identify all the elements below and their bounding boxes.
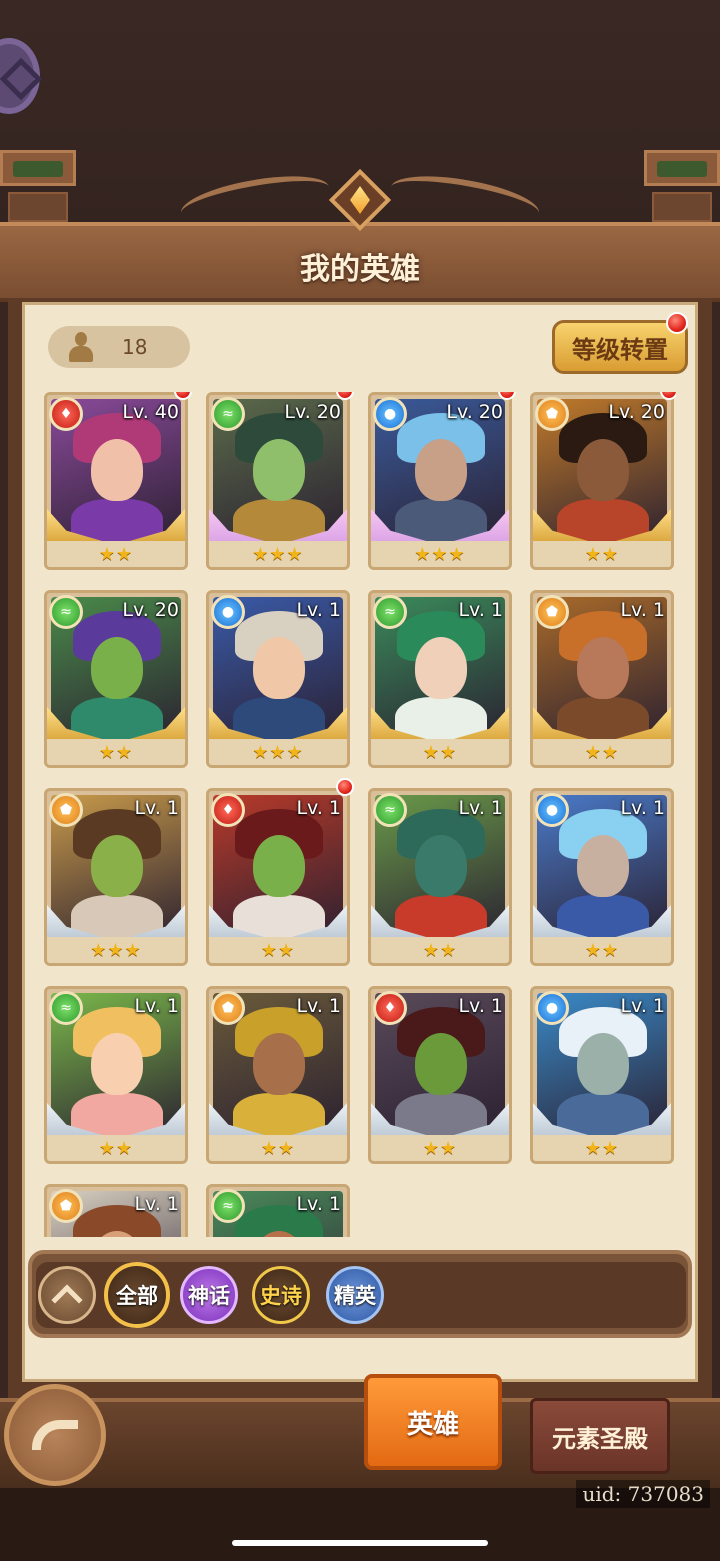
hero-card[interactable]: ★★ ♦ Lv. 1 [368,986,512,1164]
fire-element-icon: ♦ [49,397,83,431]
earth-element-icon: ⬟ [535,397,569,431]
page-title: 我的英雄 [300,252,420,287]
wind-element-icon: ≈ [49,595,83,629]
hero-card[interactable]: ★★★ ● Lv. 20 [368,392,512,570]
hero-stars: ★★★ [252,742,304,763]
hero-stars: ★★ [584,1138,620,1159]
wind-element-icon: ≈ [211,1189,245,1223]
hero-grid[interactable]: ★★ ♦ Lv. 40 ★★★ ≈ Lv. 20 ★★★ ● Lv. 20 ★★ ⬟ Lv. 20 ★★… [44,392,676,1237]
hero-card[interactable]: ⬟ Lv. 1 [44,1184,188,1237]
hero-level: Lv. 1 [296,1193,341,1215]
fire-element-icon: ♦ [373,991,407,1025]
hero-stars: ★★ [584,940,620,961]
hero-card[interactable]: ★★ ≈ Lv. 20 [44,590,188,768]
water-element-icon: ● [373,397,407,431]
hero-level: Lv. 20 [284,401,341,423]
hero-level: Lv. 1 [134,995,179,1017]
water-element-icon: ● [211,595,245,629]
notification-dot [666,312,688,334]
hero-stars: ★★ [260,1138,296,1159]
hero-stars: ★★★ [414,544,466,565]
hero-card[interactable]: ★★★ ⬟ Lv. 1 [44,788,188,966]
hero-level: Lv. 20 [608,401,665,423]
collapse-filter-button[interactable] [38,1266,96,1324]
left-pillar-decoration [0,150,76,225]
hero-stars: ★★ [98,544,134,565]
hero-level: Lv. 40 [122,401,179,423]
earth-element-icon: ⬟ [535,595,569,629]
tab-element-temple[interactable]: 元素圣殿 [530,1398,670,1474]
home-indicator[interactable] [232,1540,488,1546]
crest-gem-icon [324,168,396,240]
tab-hero[interactable]: 英雄 [364,1374,502,1470]
hero-level: Lv. 1 [134,797,179,819]
water-element-icon: ● [535,793,569,827]
filter-myth-button[interactable]: 神话 [180,1266,238,1324]
hero-card[interactable]: ★★ ♦ Lv. 1 [206,788,350,966]
hero-level: Lv. 1 [620,995,665,1017]
hero-stars: ★★ [584,742,620,763]
right-pillar-decoration [644,150,720,225]
earth-element-icon: ⬟ [211,991,245,1025]
hero-level: Lv. 1 [296,599,341,621]
back-arrow-icon [32,1420,78,1450]
hero-card[interactable]: ★★ ≈ Lv. 1 [44,986,188,1164]
hero-card[interactable]: ★★ ≈ Lv. 1 [368,788,512,966]
hero-level: Lv. 1 [458,995,503,1017]
hero-level: Lv. 1 [458,599,503,621]
hero-card[interactable]: ★★ ⬟ Lv. 1 [206,986,350,1164]
back-button[interactable] [4,1384,106,1486]
hero-count: 18 [122,335,148,359]
filter-elite-button[interactable]: 精英 [326,1266,384,1324]
wind-element-icon: ≈ [49,991,83,1025]
hero-level: Lv. 1 [134,1193,179,1215]
hero-stars: ★★ [260,940,296,961]
hero-stars: ★★★ [90,940,142,961]
hero-level: Lv. 1 [296,995,341,1017]
wind-element-icon: ≈ [211,397,245,431]
wind-element-icon: ≈ [373,793,407,827]
hero-card[interactable]: ★★ ● Lv. 1 [530,986,674,1164]
hero-stars: ★★ [98,1138,134,1159]
hero-card[interactable]: ★★ ⬟ Lv. 20 [530,392,674,570]
filter-all-button[interactable]: 全部 [104,1262,170,1328]
hero-stars: ★★ [422,1138,458,1159]
hero-card[interactable]: ★★ ⬟ Lv. 1 [530,590,674,768]
hero-level: Lv. 1 [296,797,341,819]
wind-element-icon: ≈ [373,595,407,629]
hero-stars: ★★ [422,742,458,763]
water-element-icon: ● [535,991,569,1025]
hero-card[interactable]: ★★ ≈ Lv. 1 [368,590,512,768]
hero-card[interactable]: ★★ ♦ Lv. 40 [44,392,188,570]
user-id: uid: 737083 [576,1480,710,1508]
notification-dot [336,778,354,796]
hero-stars: ★★ [584,544,620,565]
hero-level: Lv. 1 [620,797,665,819]
hero-card[interactable]: ★★★ ≈ Lv. 20 [206,392,350,570]
hero-stars: ★★★ [252,544,304,565]
hero-stars: ★★ [422,940,458,961]
hero-level: Lv. 1 [458,797,503,819]
hero-card[interactable]: ★★★ ● Lv. 1 [206,590,350,768]
chevron-up-icon [51,1284,83,1316]
fire-element-icon: ♦ [211,793,245,827]
hero-card[interactable]: ★★ ● Lv. 1 [530,788,674,966]
person-icon [68,332,94,362]
earth-element-icon: ⬟ [49,793,83,827]
hero-stars: ★★ [98,742,134,763]
hero-level: Lv. 20 [446,401,503,423]
filter-epic-button[interactable]: 史诗 [252,1266,310,1324]
hero-level: Lv. 1 [620,599,665,621]
hero-level: Lv. 20 [122,599,179,621]
hero-card[interactable]: ≈ Lv. 1 [206,1184,350,1237]
earth-element-icon: ⬟ [49,1189,83,1223]
hero-count-badge: 18 [48,326,190,368]
